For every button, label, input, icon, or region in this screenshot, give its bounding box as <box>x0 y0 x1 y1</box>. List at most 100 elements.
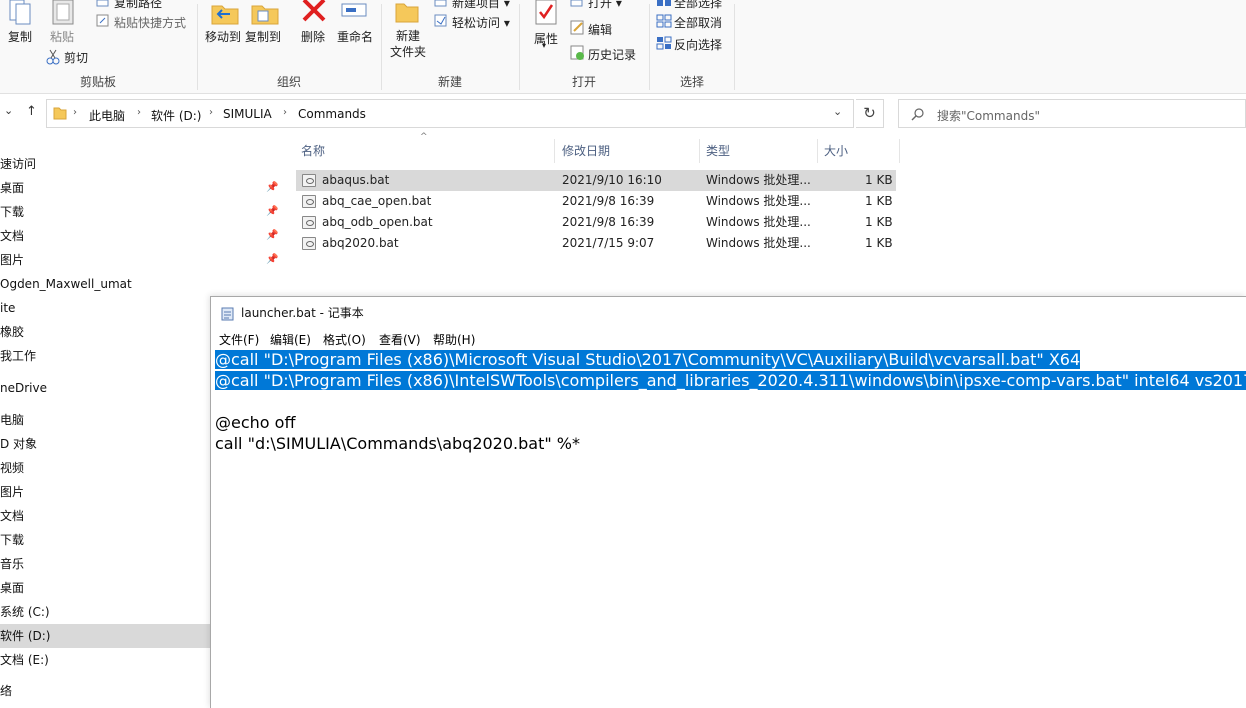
column-header-name[interactable]: 名称 <box>295 139 555 163</box>
search-icon <box>911 108 924 121</box>
pin-icon[interactable]: 📌 <box>266 182 278 193</box>
scissors-icon <box>46 49 60 65</box>
file-type: Windows 批处理... <box>706 236 811 250</box>
paste-shortcut-button[interactable]: 粘贴快捷方式 <box>114 14 186 31</box>
column-header-type[interactable]: 类型 <box>700 139 818 163</box>
open-icon <box>570 0 583 7</box>
file-size: 1 KB <box>865 236 893 250</box>
chevron-right-icon[interactable]: › <box>283 107 287 118</box>
copy-path-icon <box>96 0 109 7</box>
menu-view[interactable]: 查看(V) <box>379 331 421 348</box>
chevron-right-icon[interactable]: › <box>137 107 141 118</box>
notepad-menu-bar: 文件(F) 编辑(E) 格式(O) 查看(V) 帮助(H) <box>211 329 1246 349</box>
refresh-icon: ↻ <box>863 104 876 122</box>
file-size: 1 KB <box>865 215 893 229</box>
pin-icon[interactable]: 📌 <box>266 230 278 241</box>
address-box[interactable]: › 此电脑 › 软件 (D:) › SIMULIA › Commands ⌄ <box>46 99 854 128</box>
edit-icon <box>570 20 584 35</box>
nav-documents[interactable]: 文档 <box>0 224 283 248</box>
text-line: @echo off <box>215 412 1245 433</box>
file-row[interactable]: abq2020.bat 2021/7/15 9:07 Windows 批处理..… <box>296 233 896 254</box>
file-size: 1 KB <box>865 194 893 208</box>
text-content: call "d:\SIMULIA\Commands\abq2020.bat" %… <box>215 434 580 453</box>
text-line: call "d:\SIMULIA\Commands\abq2020.bat" %… <box>215 433 1245 454</box>
notepad-text-area[interactable]: @call "D:\Program Files (x86)\Microsoft … <box>215 349 1246 454</box>
easy-access-button[interactable]: 轻松访问 ▾ <box>452 14 510 31</box>
open-group-label: 打开 <box>571 75 596 89</box>
copy-to-button[interactable]: 复制到 <box>240 28 286 45</box>
notepad-window: launcher.bat - 记事本 文件(F) 编辑(E) 格式(O) 查看(… <box>210 296 1246 708</box>
copy-icon <box>9 0 31 25</box>
organize-group: 移动到 复制到 删除 重命名 组织 <box>198 0 380 94</box>
open-button[interactable]: 打开 ▾ <box>588 0 622 11</box>
notepad-title-bar[interactable]: launcher.bat - 记事本 <box>211 297 1246 329</box>
menu-edit[interactable]: 编辑(E) <box>270 331 311 348</box>
invert-selection-button[interactable]: 反向选择 <box>674 36 722 53</box>
clipboard-group-label: 剪贴板 <box>79 75 116 89</box>
chevron-right-icon[interactable]: › <box>209 107 213 118</box>
search-box[interactable]: 搜索"Commands" <box>898 99 1246 128</box>
select-all-button[interactable]: 全部选择 <box>674 0 722 11</box>
new-item-icon <box>434 0 447 7</box>
rename-button[interactable]: 重命名 <box>334 28 376 45</box>
file-name: abq2020.bat <box>322 236 399 250</box>
nav-desktop[interactable]: 桌面 <box>0 176 283 200</box>
breadcrumb-this-pc[interactable]: 此电脑 <box>89 107 125 124</box>
cut-button[interactable]: 剪切 <box>64 49 88 66</box>
address-dropdown-icon[interactable]: ⌄ <box>833 105 842 118</box>
folder-icon <box>53 107 67 120</box>
copy-to-icon <box>251 5 279 25</box>
delete-button[interactable]: 删除 <box>294 28 332 45</box>
breadcrumb-simulia[interactable]: SIMULIA <box>223 107 272 121</box>
pin-icon[interactable]: 📌 <box>266 254 278 265</box>
column-header-date[interactable]: 修改日期 <box>556 139 700 163</box>
file-row[interactable]: abaqus.bat 2021/9/10 16:10 Windows 批处理..… <box>296 170 896 191</box>
text-content: @echo off <box>215 413 296 432</box>
invert-selection-icon <box>656 36 672 50</box>
batch-file-icon <box>302 237 316 250</box>
edit-button[interactable]: 编辑 <box>588 21 612 38</box>
nav-downloads[interactable]: 下载 <box>0 200 283 224</box>
nav-quick-access[interactable]: 速访问 <box>0 152 283 176</box>
nav-ogden-maxwell-umat[interactable]: Ogden_Maxwell_umat <box>0 272 283 296</box>
copy-button[interactable]: 复制 <box>2 28 38 45</box>
up-arrow-icon[interactable]: ↑ <box>26 104 37 119</box>
ribbon-separator <box>734 4 735 90</box>
clipboard-group: 复制 粘贴 复制路径 粘贴快捷方式 剪切 剪贴板 <box>0 0 196 94</box>
open-group: 属性 ▾ 打开 ▾ 编辑 历史记录 打开 <box>520 0 648 94</box>
chevron-down-icon[interactable]: ⌄ <box>4 104 13 117</box>
history-button[interactable]: 历史记录 <box>588 46 636 63</box>
select-none-button[interactable]: 全部取消 <box>674 14 722 31</box>
selected-text: @call "D:\Program Files (x86)\Microsoft … <box>215 350 1081 369</box>
nav-pictures[interactable]: 图片 <box>0 248 283 272</box>
file-type: Windows 批处理... <box>706 173 811 187</box>
menu-file[interactable]: 文件(F) <box>219 331 259 348</box>
select-group-label: 选择 <box>679 75 704 89</box>
chevron-right-icon[interactable]: › <box>73 107 77 118</box>
paste-shortcut-icon <box>96 14 109 27</box>
text-line: @call "D:\Program Files (x86)\IntelSWToo… <box>215 370 1246 391</box>
new-group: 新建 文件夹 新建项目 ▾ 轻松访问 ▾ 新建 <box>382 0 518 94</box>
breadcrumb-drive-d[interactable]: 软件 (D:) <box>151 107 201 124</box>
batch-file-icon <box>302 195 316 208</box>
address-bar-row: ⌄ ↑ › 此电脑 › 软件 (D:) › SIMULIA › Commands… <box>0 98 1246 130</box>
refresh-button[interactable]: ↻ <box>856 99 884 128</box>
menu-format[interactable]: 格式(O) <box>323 331 366 348</box>
file-name: abaqus.bat <box>322 173 390 187</box>
new-item-button[interactable]: 新建项目 ▾ <box>452 0 510 11</box>
file-row[interactable]: abq_odb_open.bat 2021/9/8 16:39 Windows … <box>296 212 896 233</box>
history-icon <box>570 45 584 60</box>
copy-path-button[interactable]: 复制路径 <box>114 0 162 11</box>
breadcrumb-commands[interactable]: Commands <box>298 107 366 121</box>
menu-help[interactable]: 帮助(H) <box>433 331 475 348</box>
file-date: 2021/9/8 16:39 <box>562 215 655 229</box>
properties-dropdown-icon[interactable]: ▾ <box>542 41 546 50</box>
file-size: 1 KB <box>865 173 893 187</box>
select-group: 全部选择 全部取消 反向选择 选择 <box>650 0 734 94</box>
column-header-size[interactable]: 大小 <box>818 139 900 163</box>
pin-icon[interactable]: 📌 <box>266 206 278 217</box>
file-row[interactable]: abq_cae_open.bat 2021/9/8 16:39 Windows … <box>296 191 896 212</box>
select-none-icon <box>656 14 672 28</box>
paste-button[interactable]: 粘贴 <box>44 28 80 45</box>
new-folder-button[interactable]: 新建 文件夹 <box>386 28 430 60</box>
